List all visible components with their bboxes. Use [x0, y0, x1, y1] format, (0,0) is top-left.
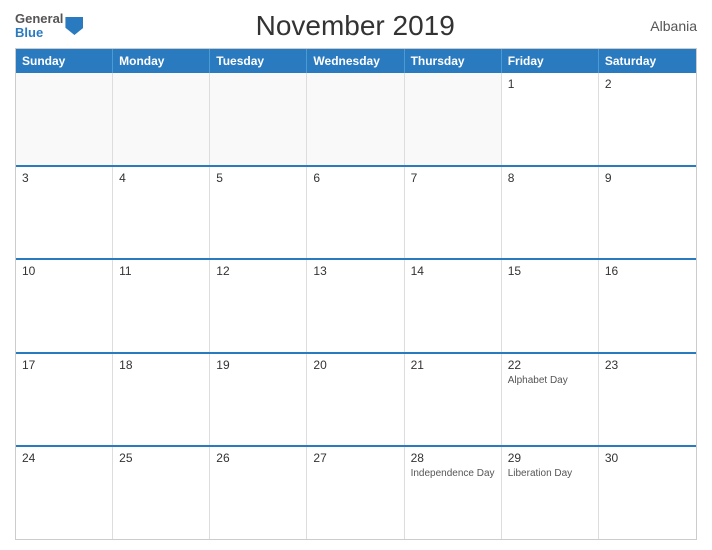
- cell-nov-18: 18: [113, 354, 210, 446]
- cell-nov-30: 30: [599, 447, 696, 539]
- cell-nov-17: 17: [16, 354, 113, 446]
- day-28: 28: [411, 451, 495, 465]
- day-7: 7: [411, 171, 495, 185]
- day-10: 10: [22, 264, 106, 278]
- calendar-header: Sunday Monday Tuesday Wednesday Thursday…: [16, 49, 696, 73]
- day-3: 3: [22, 171, 106, 185]
- logo-general-text: General: [15, 12, 63, 26]
- day-18: 18: [119, 358, 203, 372]
- logo-icon: [65, 17, 83, 35]
- calendar-body: 1 2 3 4 5 6 7 8 9 10 11 12 13: [16, 73, 696, 539]
- cell-r1c3: [210, 73, 307, 165]
- event-liberation-day: Liberation Day: [508, 467, 592, 480]
- day-21: 21: [411, 358, 495, 372]
- header-saturday: Saturday: [599, 49, 696, 73]
- day-23: 23: [605, 358, 690, 372]
- cell-nov-7: 7: [405, 167, 502, 259]
- day-2: 2: [605, 77, 690, 91]
- day-14: 14: [411, 264, 495, 278]
- cell-nov-16: 16: [599, 260, 696, 352]
- calendar-title: November 2019: [83, 10, 627, 42]
- calendar-row-5: 24 25 26 27 28 Independence Day 29 Liber…: [16, 447, 696, 539]
- day-26: 26: [216, 451, 300, 465]
- calendar: Sunday Monday Tuesday Wednesday Thursday…: [15, 48, 697, 540]
- logo-text: General Blue: [15, 12, 63, 41]
- country-label: Albania: [627, 18, 697, 34]
- cell-nov-5: 5: [210, 167, 307, 259]
- day-17: 17: [22, 358, 106, 372]
- day-4: 4: [119, 171, 203, 185]
- day-9: 9: [605, 171, 690, 185]
- logo-blue-text: Blue: [15, 26, 63, 40]
- day-27: 27: [313, 451, 397, 465]
- cell-nov-14: 14: [405, 260, 502, 352]
- header-tuesday: Tuesday: [210, 49, 307, 73]
- cell-nov-20: 20: [307, 354, 404, 446]
- calendar-row-1: 1 2: [16, 73, 696, 167]
- cell-nov-12: 12: [210, 260, 307, 352]
- cell-nov-9: 9: [599, 167, 696, 259]
- day-19: 19: [216, 358, 300, 372]
- calendar-row-4: 17 18 19 20 21 22 Alphabet Day 23: [16, 354, 696, 448]
- header-friday: Friday: [502, 49, 599, 73]
- logo: General Blue: [15, 12, 83, 41]
- cell-nov-29: 29 Liberation Day: [502, 447, 599, 539]
- day-8: 8: [508, 171, 592, 185]
- cell-nov-2: 2: [599, 73, 696, 165]
- cell-nov-13: 13: [307, 260, 404, 352]
- cell-nov-23: 23: [599, 354, 696, 446]
- cell-nov-10: 10: [16, 260, 113, 352]
- cell-nov-11: 11: [113, 260, 210, 352]
- header-wednesday: Wednesday: [307, 49, 404, 73]
- cell-r1c2: [113, 73, 210, 165]
- day-22: 22: [508, 358, 592, 372]
- header-monday: Monday: [113, 49, 210, 73]
- cell-nov-24: 24: [16, 447, 113, 539]
- day-16: 16: [605, 264, 690, 278]
- day-13: 13: [313, 264, 397, 278]
- day-15: 15: [508, 264, 592, 278]
- calendar-row-3: 10 11 12 13 14 15 16: [16, 260, 696, 354]
- day-1: 1: [508, 77, 592, 91]
- cell-nov-21: 21: [405, 354, 502, 446]
- day-12: 12: [216, 264, 300, 278]
- cell-r1c5: [405, 73, 502, 165]
- cell-nov-22: 22 Alphabet Day: [502, 354, 599, 446]
- day-20: 20: [313, 358, 397, 372]
- day-6: 6: [313, 171, 397, 185]
- header-sunday: Sunday: [16, 49, 113, 73]
- day-5: 5: [216, 171, 300, 185]
- event-independence-day: Independence Day: [411, 467, 495, 480]
- cell-nov-3: 3: [16, 167, 113, 259]
- header: General Blue November 2019 Albania: [15, 10, 697, 42]
- day-24: 24: [22, 451, 106, 465]
- cell-nov-27: 27: [307, 447, 404, 539]
- page: General Blue November 2019 Albania Sunda…: [0, 0, 712, 550]
- cell-nov-6: 6: [307, 167, 404, 259]
- cell-r1c1: [16, 73, 113, 165]
- day-11: 11: [119, 264, 203, 278]
- cell-r1c4: [307, 73, 404, 165]
- header-thursday: Thursday: [405, 49, 502, 73]
- cell-nov-26: 26: [210, 447, 307, 539]
- calendar-row-2: 3 4 5 6 7 8 9: [16, 167, 696, 261]
- event-alphabet-day: Alphabet Day: [508, 374, 592, 387]
- cell-nov-28: 28 Independence Day: [405, 447, 502, 539]
- cell-nov-8: 8: [502, 167, 599, 259]
- cell-nov-19: 19: [210, 354, 307, 446]
- day-29: 29: [508, 451, 592, 465]
- day-25: 25: [119, 451, 203, 465]
- day-30: 30: [605, 451, 690, 465]
- cell-nov-1: 1: [502, 73, 599, 165]
- cell-nov-15: 15: [502, 260, 599, 352]
- cell-nov-4: 4: [113, 167, 210, 259]
- cell-nov-25: 25: [113, 447, 210, 539]
